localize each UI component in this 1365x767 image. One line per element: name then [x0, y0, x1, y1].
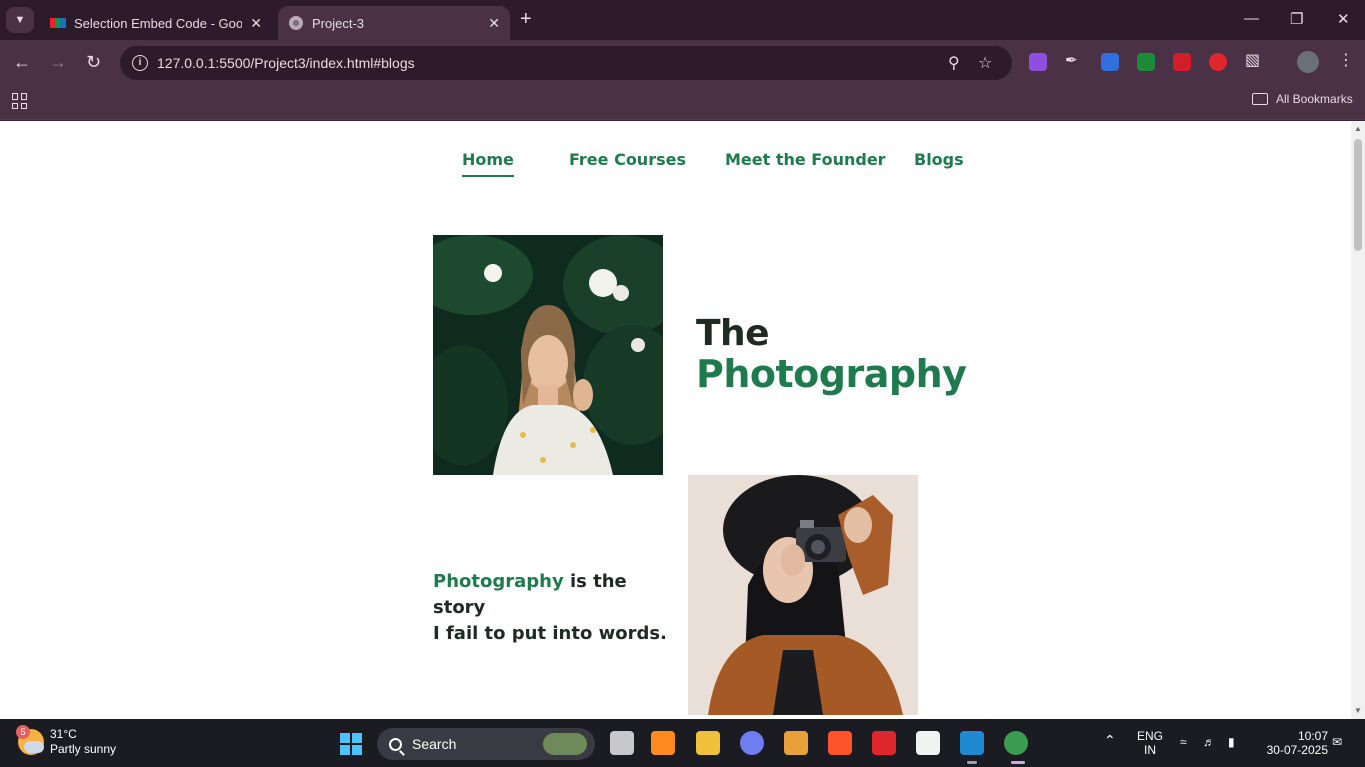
zoho-favicon-icon: [50, 18, 66, 28]
bookmark-star-icon[interactable]: ☆: [978, 53, 992, 73]
url-text[interactable]: 127.0.0.1:5500/Project3/index.html#blogs: [157, 55, 415, 71]
tab-title: Selection Embed Code - Google: [74, 15, 242, 31]
new-tab-icon[interactable]: +: [520, 8, 532, 31]
extension-screenshot-icon[interactable]: [1029, 53, 1047, 71]
all-bookmarks-button[interactable]: All Bookmarks: [1252, 92, 1353, 106]
tab-project-3[interactable]: Project-3 ✕: [278, 6, 510, 40]
taskbar-search[interactable]: Search: [377, 728, 595, 760]
quote-highlight: Photography: [433, 571, 564, 592]
language-indicator[interactable]: ENG IN: [1137, 729, 1163, 757]
restore-icon[interactable]: ❐: [1290, 10, 1303, 28]
nav-free-courses[interactable]: Free Courses: [569, 150, 686, 169]
hero-title: The Photography: [696, 313, 967, 396]
search-highlight-art: [543, 733, 587, 755]
file-explorer-icon[interactable]: [696, 731, 720, 755]
clock[interactable]: 10:07 30-07-2025: [1258, 729, 1328, 757]
zoom-icon[interactable]: ⚲: [948, 53, 960, 73]
show-hidden-icons-icon[interactable]: ⌃: [1104, 733, 1116, 747]
tab-selection-embed-code[interactable]: Selection Embed Code - Google ✕: [40, 6, 272, 40]
wps-office-icon[interactable]: [872, 731, 896, 755]
photography-quote: Photography is the story I fail to put i…: [433, 569, 673, 647]
close-tab-icon[interactable]: ✕: [488, 15, 500, 32]
extension-record-icon[interactable]: [1209, 53, 1227, 71]
hero-title-line1: The: [696, 313, 770, 354]
folder-icon: [1252, 93, 1268, 105]
task-view-icon[interactable]: [610, 731, 634, 755]
temperature: 31°C: [50, 727, 77, 741]
battery-icon[interactable]: ▮: [1228, 735, 1235, 749]
nav-meet-the-founder[interactable]: Meet the Founder: [725, 150, 886, 169]
scroll-down-icon[interactable]: ▼: [1354, 706, 1362, 715]
close-tab-icon[interactable]: ✕: [250, 15, 262, 32]
color-picker-icon[interactable]: ✒: [1065, 51, 1083, 69]
page-viewport: Home Free Courses Meet the Founder Blogs: [0, 121, 1351, 719]
nav-blogs[interactable]: Blogs: [914, 150, 964, 169]
hero-title-line2: Photography: [696, 352, 967, 396]
volume-icon[interactable]: ♬: [1203, 735, 1215, 749]
sublime-text-icon[interactable]: [651, 731, 675, 755]
nav-home[interactable]: Home: [462, 150, 514, 177]
extension-red-icon[interactable]: [1173, 53, 1191, 71]
notifications-icon[interactable]: ✉: [1332, 735, 1342, 749]
bookmarks-bar: [0, 86, 1365, 120]
tab-search-dropdown-icon[interactable]: ▼: [6, 7, 34, 33]
copilot-icon[interactable]: [740, 731, 764, 755]
windows-start-icon[interactable]: [340, 733, 362, 755]
browser-toolbar: ← → ↻ i 127.0.0.1:5500/Project3/index.ht…: [0, 40, 1365, 86]
apps-grid-icon[interactable]: [12, 93, 28, 109]
clock-time: 10:07: [1297, 729, 1328, 743]
tab-strip: ▼ Selection Embed Code - Google ✕ Projec…: [0, 0, 1365, 40]
close-window-icon[interactable]: ✕: [1337, 10, 1350, 28]
tab-title: Project-3: [312, 15, 365, 31]
notes-app-icon[interactable]: [784, 731, 808, 755]
photographer-photo: [688, 475, 918, 715]
wifi-icon[interactable]: ≈: [1180, 735, 1187, 749]
all-bookmarks-label: All Bookmarks: [1276, 92, 1353, 106]
reload-icon[interactable]: ↻: [86, 52, 101, 73]
extension-magnifier-icon[interactable]: [1137, 53, 1155, 71]
profile-avatar[interactable]: [1297, 51, 1319, 73]
globe-icon: [289, 16, 303, 30]
brave-browser-icon[interactable]: [828, 731, 852, 755]
partly-sunny-icon: 5: [16, 725, 44, 755]
browser-menu-icon[interactable]: ⋮: [1338, 50, 1356, 69]
search-icon: [389, 737, 402, 751]
translate-extension-icon[interactable]: [1101, 53, 1119, 71]
hero-portrait-photo: [433, 235, 663, 475]
notion-icon[interactable]: [916, 731, 940, 755]
page-scrollbar[interactable]: ▲ ▼: [1351, 121, 1365, 719]
site-info-icon[interactable]: i: [132, 55, 148, 71]
weather-condition: Partly sunny: [50, 742, 117, 756]
search-label: Search: [412, 736, 457, 752]
quote-line2: I fail to put into words.: [433, 623, 667, 644]
back-icon[interactable]: ←: [13, 52, 31, 73]
scroll-up-icon[interactable]: ▲: [1354, 124, 1362, 133]
address-bar[interactable]: i 127.0.0.1:5500/Project3/index.html#blo…: [120, 46, 1012, 80]
weather-widget[interactable]: 5 31°C Partly sunny: [16, 725, 117, 757]
weather-badge: 5: [16, 725, 30, 739]
forward-icon[interactable]: →: [49, 52, 67, 73]
chrome-icon[interactable]: [1004, 731, 1028, 755]
extensions-puzzle-icon[interactable]: ▧: [1245, 50, 1263, 69]
vscode-icon[interactable]: [960, 731, 984, 755]
scrollbar-thumb[interactable]: [1354, 139, 1362, 251]
windows-taskbar: 5 31°C Partly sunny Search ⌃ ENG IN ≈ ♬ …: [0, 719, 1365, 767]
minimize-icon[interactable]: —: [1244, 10, 1259, 27]
clock-date: 30-07-2025: [1266, 743, 1328, 757]
